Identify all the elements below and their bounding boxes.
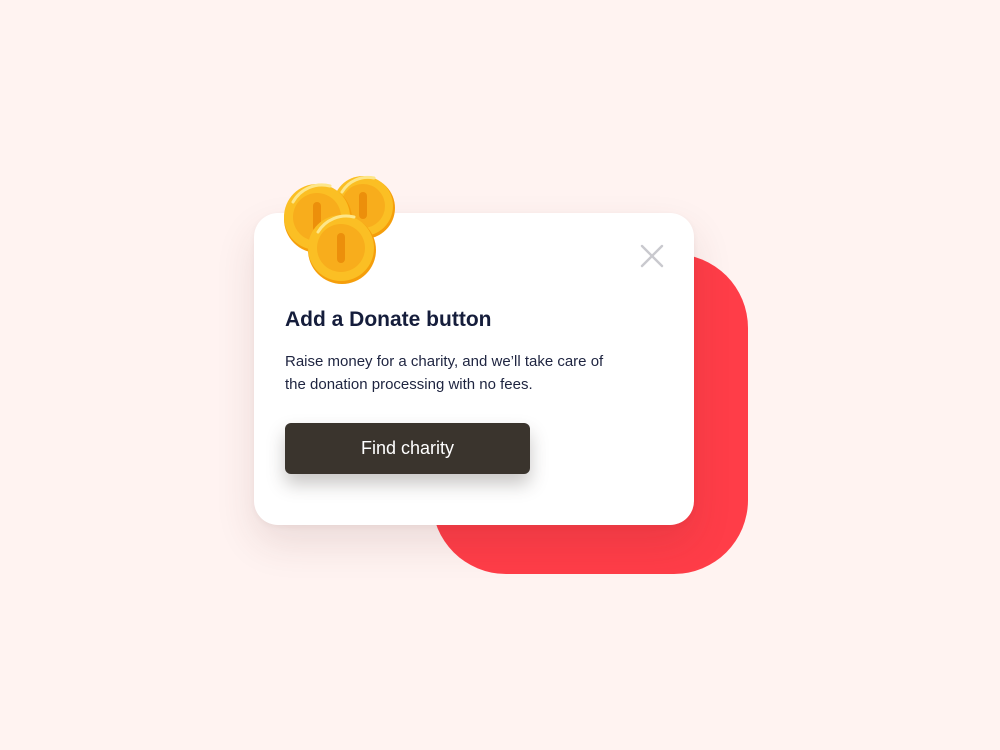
dialog-title: Add a Donate button — [285, 308, 492, 331]
dialog-description: Raise money for a charity, and we’ll tak… — [285, 353, 604, 393]
find-charity-button[interactable]: Find charity — [285, 423, 530, 474]
gold-coins-icon — [284, 175, 395, 284]
close-button[interactable] — [636, 240, 668, 272]
close-icon — [640, 244, 664, 268]
